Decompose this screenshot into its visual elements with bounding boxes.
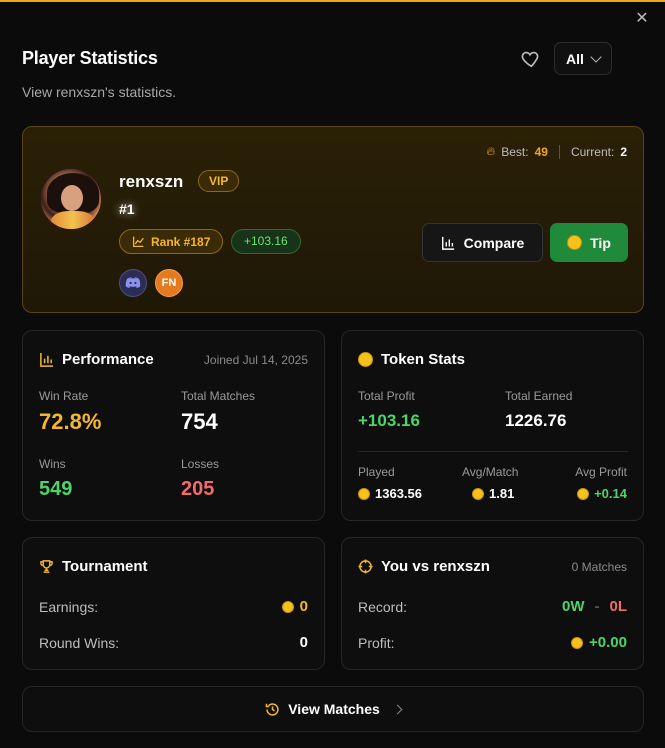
total-matches-value: 754 (181, 409, 218, 434)
profile-card: 🔥︎ Best: 49 Current: 2 renxszn VIP #1 Ra… (22, 126, 644, 313)
coin-icon (577, 487, 590, 500)
tournament-title-text: Tournament (62, 558, 148, 575)
page-subtitle: View renxszn's statistics. (22, 84, 177, 100)
total-profit-label: Total Profit (358, 389, 415, 403)
avg-match-label: Avg/Match (462, 465, 519, 479)
filter-value: All (566, 50, 584, 67)
streak-current-label: Current: (570, 144, 615, 159)
rank-badge: Rank #187 (119, 229, 224, 254)
avg-profit-value: +0.14 (577, 486, 627, 501)
tournament-card: Tournament Earnings: 0 Round Wins: 0 (22, 537, 325, 670)
earnings-label: Earnings: (39, 599, 99, 615)
fortnite-icon[interactable]: FN (155, 269, 183, 297)
filter-dropdown[interactable]: All (554, 42, 612, 75)
tip-button[interactable]: Tip (550, 223, 628, 262)
coin-icon (358, 352, 373, 367)
divider (558, 144, 560, 159)
coin-icon (281, 600, 294, 613)
performance-title: Performance (39, 351, 154, 368)
win-rate-label: Win Rate (39, 389, 89, 403)
wins-value: 549 (39, 478, 73, 500)
token-stats-title-text: Token Stats (381, 351, 465, 368)
performance-card: Performance Joined Jul 14, 2025 Win Rate… (22, 330, 325, 521)
heart-icon[interactable] (519, 48, 541, 70)
view-matches-label: View Matches (288, 701, 380, 717)
versus-title: You vs renxszn (358, 558, 490, 575)
avatar (39, 167, 103, 231)
flame-icon: 🔥︎ (486, 144, 496, 158)
losses-label: Losses (181, 457, 220, 471)
versus-profit-label: Profit: (358, 635, 395, 651)
profit-badge: +103.16 (231, 229, 301, 254)
compare-label: Compare (463, 234, 525, 251)
versus-matches: 0 Matches (571, 560, 627, 574)
token-stats-title: Token Stats (358, 351, 465, 368)
coin-icon (571, 636, 584, 649)
username: renxszn (119, 172, 184, 191)
top-accent-line (0, 0, 665, 2)
token-stats-card: Token Stats Total Profit +103.16 Total E… (341, 330, 644, 521)
discord-logo (125, 277, 141, 288)
streak-best-value: 49 (534, 144, 548, 159)
rank-label: Rank #187 (151, 234, 211, 249)
record-wins: 0W (561, 598, 585, 615)
trophy-icon (40, 560, 53, 573)
tip-label: Tip (590, 234, 611, 251)
round-wins-value: 0 (299, 634, 308, 651)
streak-current-value: 2 (620, 144, 627, 159)
round-wins-label: Round Wins: (39, 635, 120, 651)
avg-match-value-text: 1.81 (489, 486, 515, 501)
total-earned-label: Total Earned (505, 389, 573, 403)
avg-match-value: 1.81 (472, 486, 514, 501)
played-value-text: 1363.56 (375, 486, 422, 501)
discord-icon[interactable] (119, 269, 147, 297)
win-rate-value: 72.8% (39, 409, 102, 434)
coin-icon (358, 487, 370, 500)
performance-title-text: Performance (62, 351, 154, 368)
page-title: Player Statistics (22, 48, 158, 68)
crosshair-icon (358, 559, 373, 574)
bar-chart-icon (40, 352, 54, 367)
history-icon (265, 702, 279, 716)
divider (358, 451, 628, 452)
versus-profit-value: +0.00 (571, 634, 627, 651)
earnings-value-text: 0 (299, 598, 308, 615)
avg-profit-value-text: +0.14 (594, 486, 627, 501)
record-separator: - (594, 598, 600, 615)
streak-best-label: Best: (501, 144, 529, 159)
joined-date: Joined Jul 14, 2025 (203, 353, 308, 367)
wins-label: Wins (39, 457, 66, 471)
chevron-right-icon (392, 704, 403, 714)
total-matches-label: Total Matches (181, 389, 256, 403)
close-icon[interactable]: ✕ (633, 10, 651, 28)
chevron-down-icon (590, 50, 602, 63)
coin-icon (472, 487, 484, 500)
tournament-title: Tournament (39, 558, 148, 575)
total-earned-value: 1226.76 (505, 411, 567, 430)
coin-icon (567, 235, 583, 250)
record-label: Record: (358, 599, 408, 615)
bar-chart-icon (441, 236, 454, 250)
versus-profit-value-text: +0.00 (589, 634, 627, 651)
versus-title-text: You vs renxszn (381, 558, 490, 575)
streak-info: 🔥︎ Best: 49 Current: 2 (486, 144, 627, 159)
total-profit-value: +103.16 (358, 411, 420, 430)
avg-profit-label: Avg Profit (575, 465, 627, 479)
losses-value: 205 (181, 478, 215, 500)
view-matches-button[interactable]: View Matches (22, 686, 644, 732)
played-label: Played (358, 465, 395, 479)
record-losses: 0L (609, 598, 627, 615)
chart-line-icon (132, 236, 144, 248)
earnings-value: 0 (281, 598, 308, 615)
leaderboard-position: #1 (119, 201, 135, 217)
played-value: 1363.56 (358, 486, 422, 501)
compare-button[interactable]: Compare (422, 223, 543, 262)
record-value: 0W - 0L (562, 598, 627, 615)
versus-card: You vs renxszn 0 Matches Record: 0W - 0L… (341, 537, 644, 670)
vip-badge: VIP (198, 170, 240, 192)
